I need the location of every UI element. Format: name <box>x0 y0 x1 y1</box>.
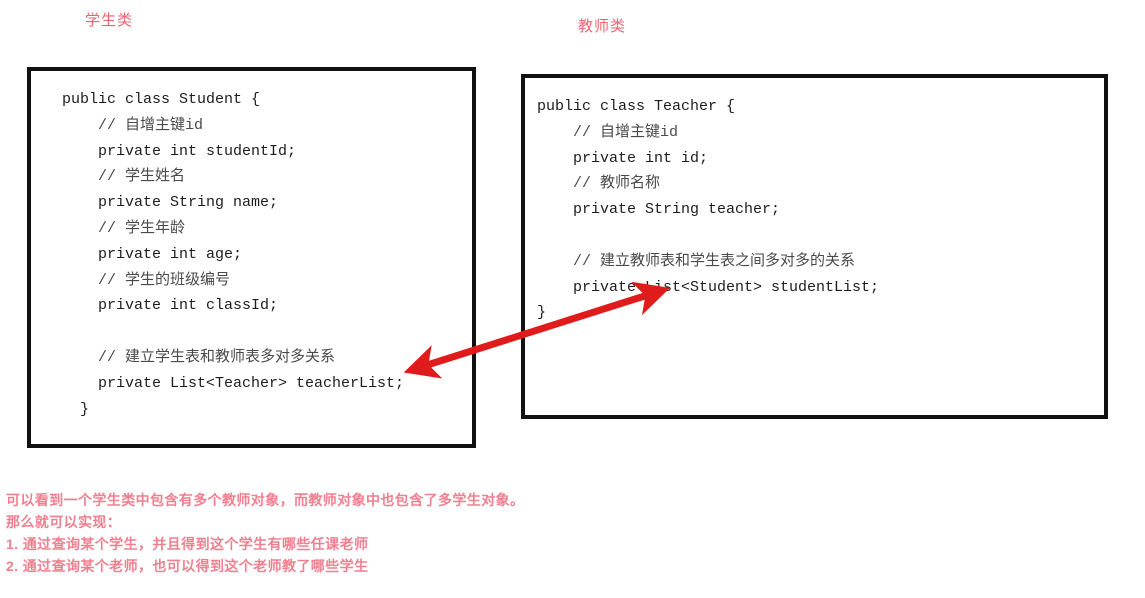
note-line: 可以看到一个学生类中包含有多个教师对象，而教师对象中也包含了多学生对象。 <box>6 492 525 508</box>
student-code-body: public class Student { // 自增主键id private… <box>31 71 472 422</box>
explanatory-note: 可以看到一个学生类中包含有多个教师对象，而教师对象中也包含了多学生对象。 那么就可… <box>6 489 524 577</box>
code-line: private List<Teacher> teacherList; <box>62 374 405 392</box>
note-line: 那么就可以实现： <box>6 514 122 530</box>
code-line: private String teacher; <box>537 201 781 219</box>
code-comment-line: // 建立教师表和学生表之间多对多的关系 <box>537 252 856 270</box>
note-line: 1. 通过查询某个学生，并且得到这个学生有哪些任课老师 <box>6 536 369 552</box>
code-line: } <box>62 400 90 418</box>
note-line: 2. 通过查询某个老师，也可以得到这个老师教了哪些学生 <box>6 558 369 574</box>
code-line: private String name; <box>62 194 279 212</box>
code-line: private int age; <box>62 245 243 263</box>
teacher-class-caption: 教师类 <box>578 18 627 35</box>
student-class-code-box: public class Student { // 自增主键id private… <box>27 67 476 448</box>
code-line: private List<Student> studentList; <box>537 278 880 296</box>
code-comment-line: // 学生的班级编号 <box>62 271 231 289</box>
code-line: private int id; <box>537 149 709 167</box>
code-line: } <box>537 304 547 322</box>
code-comment-line: // 学生年龄 <box>62 219 186 237</box>
code-line: private int classId; <box>62 297 279 315</box>
teacher-class-code-box: public class Teacher { // 自增主键id private… <box>521 74 1108 419</box>
code-comment-line: // 教师名称 <box>537 175 661 193</box>
code-line: public class Student { <box>62 91 261 108</box>
code-comment-line: // 自增主键id <box>62 116 204 134</box>
code-comment-line: // 建立学生表和教师表多对多关系 <box>62 348 336 366</box>
code-line: private int studentId; <box>62 142 297 160</box>
code-line: public class Teacher { <box>537 98 736 115</box>
code-comment-line: // 自增主键id <box>537 123 679 141</box>
teacher-code-body: public class Teacher { // 自增主键id private… <box>525 78 1104 326</box>
code-comment-line: // 学生姓名 <box>62 168 186 186</box>
student-class-caption: 学生类 <box>85 12 134 29</box>
